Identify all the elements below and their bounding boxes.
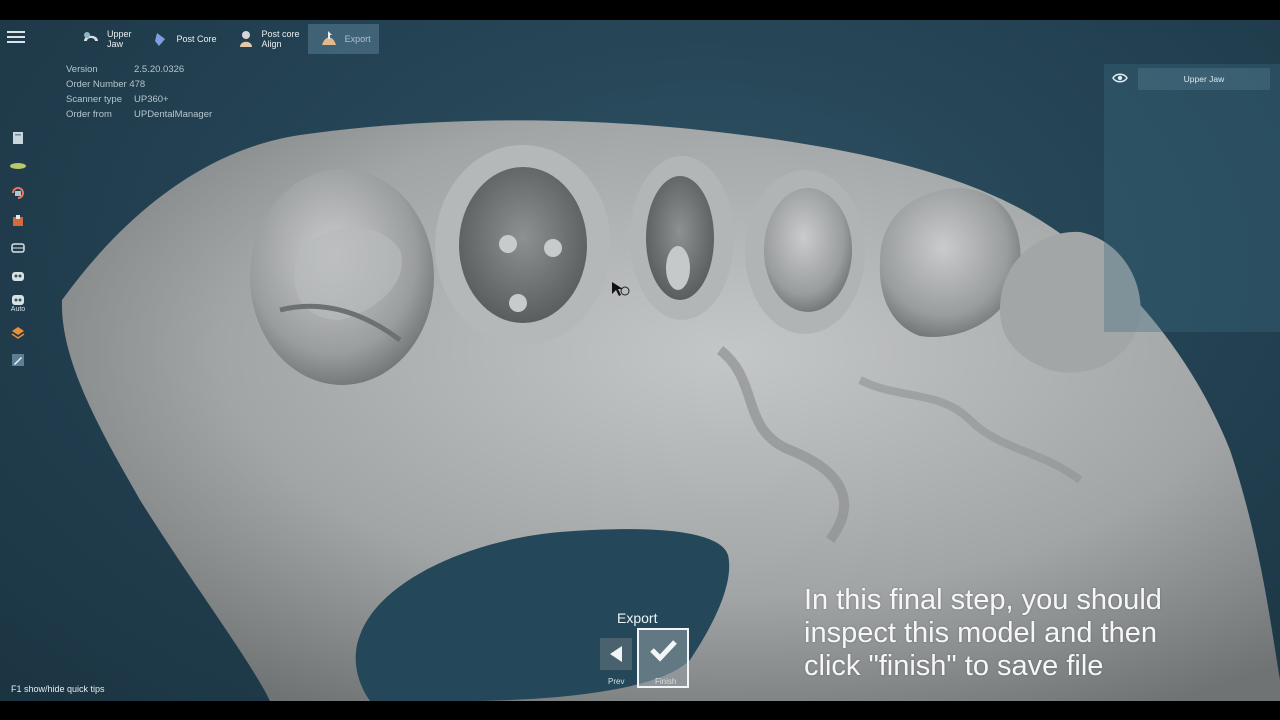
edit-icon bbox=[12, 354, 24, 366]
step-post-core-label: Post Core bbox=[176, 34, 217, 44]
step-upper-jaw-label-1: Upper bbox=[107, 29, 132, 39]
plane-icon bbox=[10, 162, 26, 169]
version-value: 2.5.20.0326 bbox=[134, 64, 185, 75]
order-from-label: Order from bbox=[66, 109, 112, 120]
order-number-label: Order Number bbox=[66, 79, 127, 90]
upper-jaw-icon bbox=[80, 28, 102, 50]
step-upper-jaw-label-2: Jaw bbox=[107, 39, 124, 49]
mask-tool[interactable] bbox=[8, 266, 28, 286]
export-icon bbox=[318, 28, 340, 50]
caption-line-1: In this final step, you should bbox=[804, 584, 1162, 616]
layer-panel: Upper Jaw bbox=[1104, 64, 1280, 332]
paint-icon bbox=[13, 214, 23, 226]
scanner-type-value: UP360+ bbox=[134, 94, 169, 105]
step-post-core-align-label-2: Align bbox=[261, 39, 282, 49]
checkmark-icon bbox=[650, 640, 677, 662]
step-post-core-align[interactable]: Post core Align bbox=[225, 24, 308, 54]
file-icon bbox=[13, 132, 23, 144]
plane-tool[interactable] bbox=[8, 156, 28, 176]
layer-icon bbox=[11, 326, 25, 339]
layer-upper-jaw-label: Upper Jaw bbox=[1183, 74, 1225, 84]
workflow-steps: Upper Jaw Post Core Post core Align Export bbox=[70, 24, 379, 54]
post-core-icon bbox=[150, 28, 172, 50]
prev-label: Prev bbox=[608, 677, 625, 686]
step-export-label: Export bbox=[344, 34, 371, 44]
step-post-core[interactable]: Post Core bbox=[140, 24, 225, 54]
layer-tool[interactable] bbox=[8, 323, 28, 343]
step-export[interactable]: Export bbox=[307, 24, 379, 54]
step-post-core-align-label-1: Post core bbox=[261, 29, 300, 39]
step-upper-jaw[interactable]: Upper Jaw bbox=[70, 24, 140, 54]
finish-label: Finish bbox=[655, 677, 677, 686]
layer-upper-jaw[interactable]: Upper Jaw bbox=[1138, 68, 1270, 90]
3d-viewport[interactable]: Upper Jaw Post Core Post core Align Export… bbox=[0, 20, 1280, 701]
rotate-tool[interactable] bbox=[8, 183, 28, 203]
export-title: Export bbox=[617, 610, 658, 626]
edit-tool[interactable] bbox=[8, 350, 28, 370]
mask-icon bbox=[12, 271, 24, 281]
auto-icon bbox=[12, 295, 24, 305]
arrow-left-icon bbox=[600, 638, 632, 670]
rotate-icon bbox=[12, 187, 24, 199]
letterbox-top bbox=[0, 0, 1280, 20]
jaw-tool[interactable] bbox=[8, 238, 28, 258]
post-core-align-icon bbox=[235, 28, 257, 50]
tool-column: Auto bbox=[8, 128, 30, 378]
letterbox-bottom bbox=[0, 701, 1280, 720]
order-number-value: 478 bbox=[129, 79, 146, 90]
tutorial-caption: In this final step, you should inspect t… bbox=[804, 584, 1244, 683]
auto-tool[interactable]: Auto bbox=[8, 293, 28, 315]
caption-line-2: inspect this model and then bbox=[804, 617, 1158, 649]
auto-label: Auto bbox=[10, 306, 26, 313]
jaw-icon bbox=[11, 243, 25, 253]
hamburger-menu-button[interactable] bbox=[6, 28, 26, 48]
file-tool[interactable] bbox=[8, 128, 28, 148]
quick-tips-hint: F1 show/hide quick tips bbox=[11, 684, 105, 694]
scanner-type-label: Scanner type bbox=[66, 94, 122, 105]
order-from-value: UPDentalManager bbox=[134, 109, 213, 120]
version-label: Version bbox=[66, 64, 98, 75]
prev-button[interactable] bbox=[600, 638, 632, 670]
paint-tool[interactable] bbox=[8, 211, 28, 231]
caption-line-3: click "finish" to save file bbox=[804, 650, 1104, 682]
order-info: Version 2.5.20.0326 Order Number 478 Scan… bbox=[66, 62, 212, 122]
eye-icon[interactable] bbox=[1112, 72, 1128, 84]
